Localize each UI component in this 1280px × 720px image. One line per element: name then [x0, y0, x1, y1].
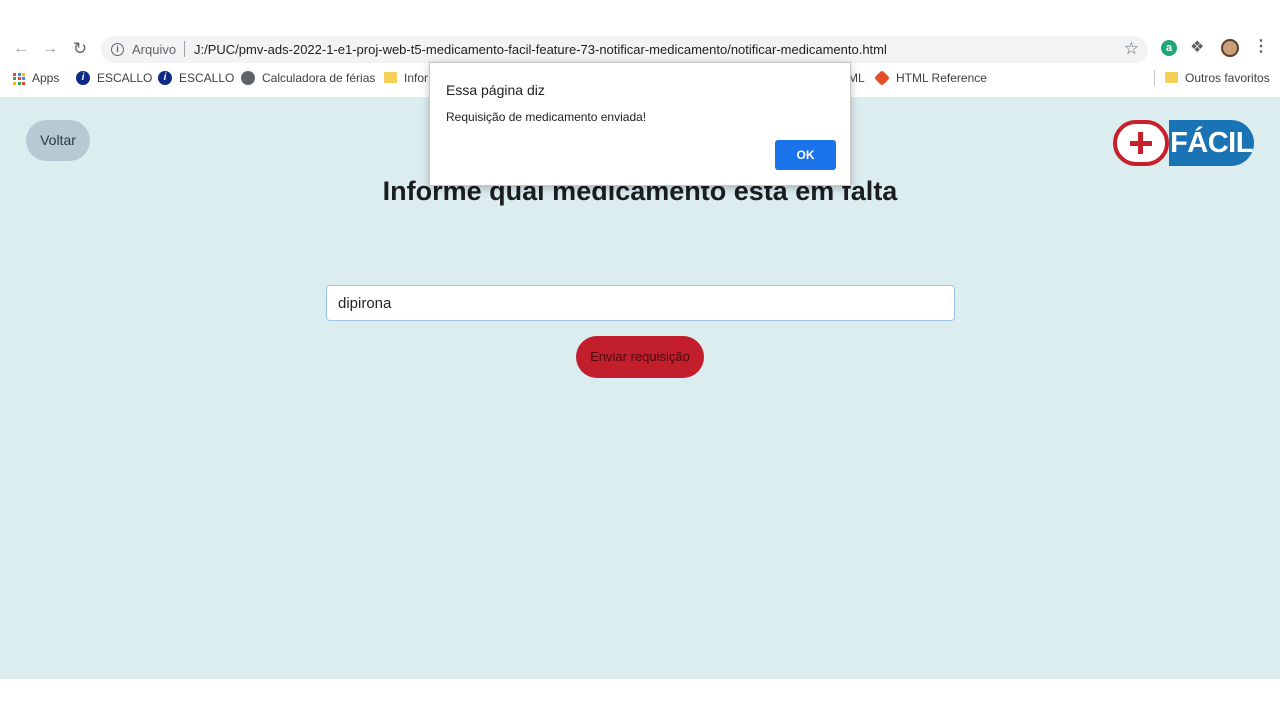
- extension-a-icon[interactable]: a: [1161, 40, 1177, 56]
- url-scheme-label: Arquivo: [132, 42, 177, 57]
- bookmark-label: HTML Reference: [896, 71, 987, 85]
- reload-icon[interactable]: ↻: [69, 38, 91, 60]
- voltar-button[interactable]: Voltar: [26, 120, 90, 161]
- bookmark-calculadora[interactable]: Calculadora de férias: [241, 70, 376, 85]
- bookmark-label: ESCALLO: [97, 71, 153, 85]
- browser-menu-icon[interactable]: ⋮: [1253, 38, 1269, 56]
- globe-icon: [241, 70, 255, 85]
- folder-icon: [384, 72, 397, 84]
- bookmark-star-icon[interactable]: ☆: [1124, 39, 1139, 59]
- bookmark-label: Calculadora de férias: [262, 71, 376, 85]
- browser-toolbar: ← → ↻ i Arquivo J:/PUC/pmv-ads-2022-1-e1…: [0, 34, 1280, 64]
- enviar-requisicao-button[interactable]: Enviar requisição: [576, 336, 704, 378]
- bookmarks-divider: [1154, 70, 1155, 86]
- bookmark-label: Infor: [404, 71, 429, 85]
- escallo-icon: i: [76, 70, 90, 85]
- medical-cross-icon: [1113, 120, 1169, 166]
- bookmark-infor[interactable]: Infor: [384, 71, 428, 85]
- medicamento-input[interactable]: [326, 285, 955, 321]
- bookmark-outros-favoritos[interactable]: Outros favoritos: [1165, 71, 1270, 85]
- bookmark-escallo-2[interactable]: i ESCALLO: [158, 70, 235, 85]
- ok-button[interactable]: OK: [775, 140, 836, 170]
- profile-avatar[interactable]: [1221, 39, 1239, 57]
- dialog-title: Essa página diz: [446, 82, 545, 98]
- logo-text: FÁCIL: [1169, 120, 1254, 166]
- info-icon[interactable]: i: [111, 43, 124, 56]
- dialog-message: Requisição de medicamento enviada!: [446, 110, 647, 124]
- bookmark-label: Apps: [32, 71, 60, 85]
- alert-dialog: Essa página diz Requisição de medicament…: [429, 62, 851, 186]
- medicamento-facil-logo: FÁCIL: [1113, 120, 1254, 166]
- folder-icon: [1165, 72, 1178, 84]
- bookmark-label: Outros favoritos: [1185, 71, 1270, 85]
- escallo-icon: i: [158, 70, 172, 85]
- bookmark-apps[interactable]: Apps: [13, 71, 59, 85]
- bookmark-html-reference[interactable]: HTML Reference: [874, 69, 987, 86]
- bookmark-label: ESCALLO: [179, 71, 235, 85]
- back-arrow-icon[interactable]: ←: [10, 38, 32, 60]
- forward-arrow-icon[interactable]: →: [39, 38, 61, 60]
- url-divider: [184, 41, 185, 57]
- extensions-puzzle-icon[interactable]: ❖: [1190, 37, 1204, 57]
- bookmark-escallo-1[interactable]: i ESCALLO: [76, 70, 153, 85]
- url-text[interactable]: J:/PUC/pmv-ads-2022-1-e1-proj-web-t5-med…: [194, 42, 887, 57]
- html-icon: [874, 69, 890, 86]
- apps-grid-icon: [13, 72, 25, 85]
- address-bar[interactable]: i Arquivo J:/PUC/pmv-ads-2022-1-e1-proj-…: [101, 36, 1148, 63]
